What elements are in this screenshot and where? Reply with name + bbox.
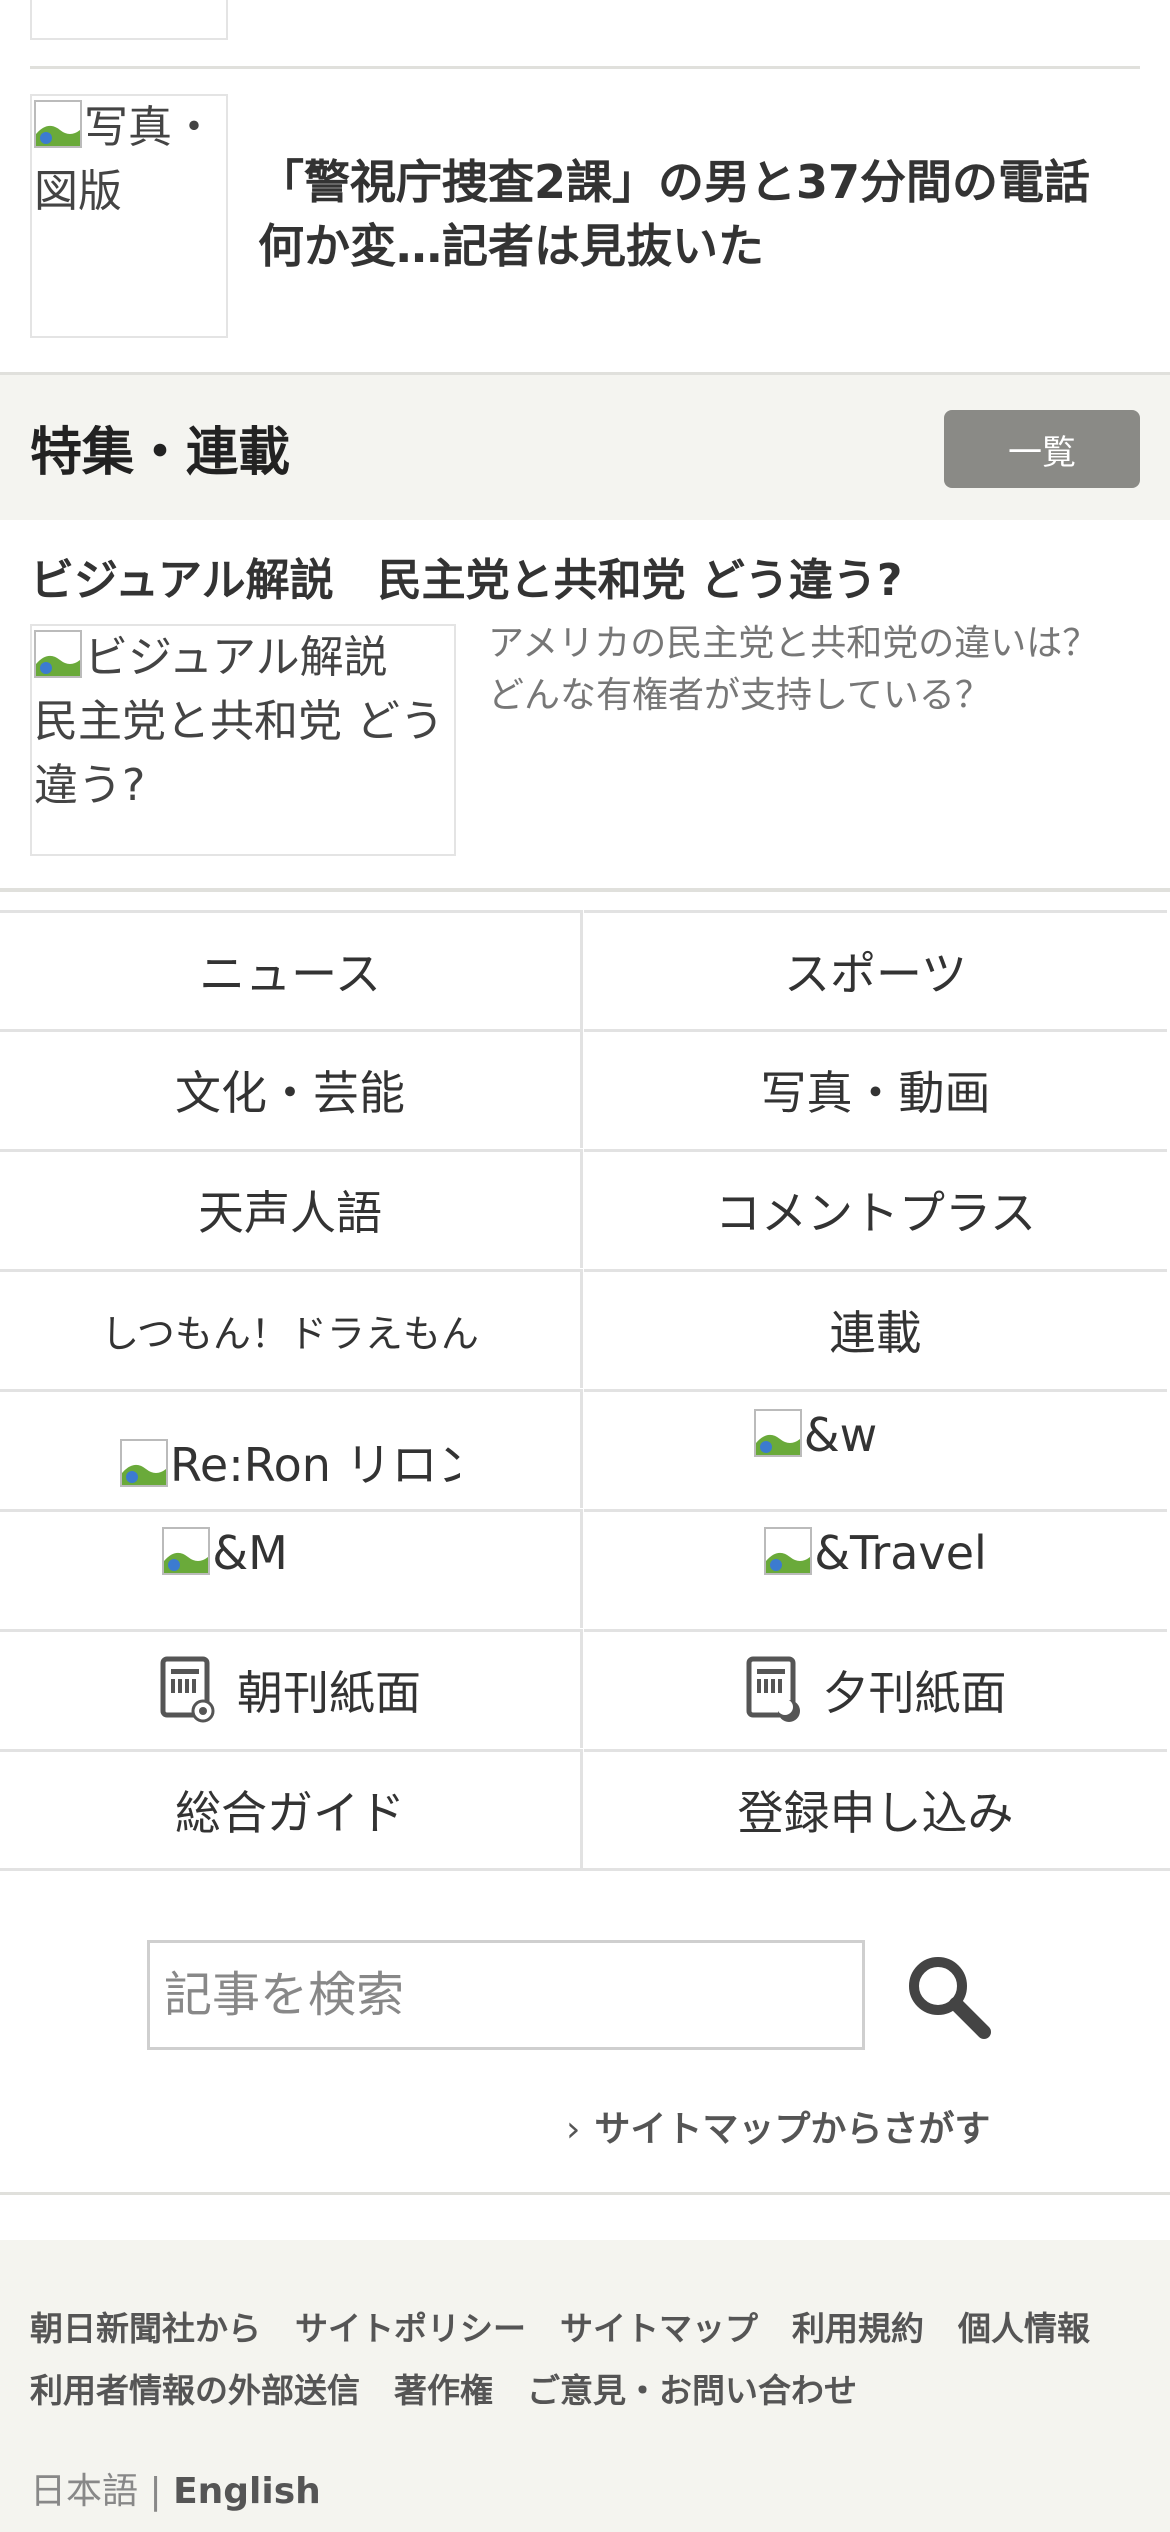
nav-andw[interactable]: &w — [584, 1389, 1167, 1508]
footer-link[interactable]: 個人情報 — [958, 2309, 1090, 2348]
footer-link[interactable]: 利用規約 — [792, 2309, 924, 2348]
nav-label: 総合ガイド — [175, 1786, 405, 1840]
divider — [30, 66, 1140, 69]
nav-reron[interactable]: Re:Ron リロン — [0, 1389, 583, 1508]
footer-link[interactable]: ご意見・お問い合わせ — [527, 2371, 857, 2410]
nav-label: 写真・動画 — [760, 1066, 991, 1120]
lang-separator: | — [149, 2471, 162, 2512]
nav-morning-edition[interactable]: 朝刊紙面 — [0, 1629, 583, 1748]
search-input[interactable] — [147, 1940, 865, 2050]
footer-link[interactable]: 朝日新聞社から — [30, 2309, 261, 2348]
nav-label: Re:Ron リロン — [170, 1438, 460, 1492]
nav-register[interactable]: 登録申し込み — [584, 1749, 1167, 1868]
search-button[interactable] — [900, 1950, 1000, 2042]
lang-english[interactable]: English — [173, 2471, 321, 2512]
divider — [0, 1868, 1170, 1871]
nav-label: スポーツ — [783, 947, 968, 1001]
nav-andtravel[interactable]: &Travel — [584, 1509, 1167, 1628]
visual-explainer-thumbnail-alt: ビジュアル解説 民主党と共和党 どう違う? — [34, 632, 444, 811]
broken-image-icon — [753, 1409, 802, 1457]
nav-label: 連載 — [829, 1306, 922, 1360]
sitemap-link-label: サイトマップからさがす — [594, 2109, 991, 2150]
nav-label: &Travel — [814, 1526, 987, 1580]
prev-article-thumbnail[interactable] — [30, 0, 228, 40]
visual-explainer-title[interactable]: ビジュアル解説 民主党と共和党 どう違う? — [30, 544, 902, 608]
nav-label: 文化・芸能 — [175, 1066, 405, 1120]
broken-image-icon — [120, 1439, 168, 1487]
language-switcher: 日本語 | English — [30, 2462, 321, 2514]
article-title-link[interactable]: 「警視庁捜査2課」の男と37分間の電話 何か変…記者は見抜いた — [258, 150, 1138, 278]
nav-label: しつもん！ドラえもん — [101, 1311, 479, 1356]
broken-image-icon — [34, 630, 82, 678]
nav-series[interactable]: 連載 — [584, 1269, 1167, 1388]
nav-comment-plus[interactable]: コメントプラス — [584, 1149, 1167, 1268]
chevron-right-icon: › — [566, 2109, 581, 2150]
nav-label: &w — [803, 1408, 878, 1462]
nav-doraemon[interactable]: しつもん！ドラえもん — [0, 1269, 583, 1388]
nav-label: 天声人語 — [198, 1186, 382, 1240]
nav-guide[interactable]: 総合ガイド — [0, 1749, 583, 1868]
nav-sports[interactable]: スポーツ — [584, 910, 1167, 1029]
nav-culture[interactable]: 文化・芸能 — [0, 1029, 583, 1148]
feature-section-title: 特集・連載 — [30, 423, 291, 483]
footer-link[interactable]: サイトマップ — [560, 2309, 758, 2348]
lang-japanese[interactable]: 日本語 — [30, 2471, 138, 2512]
broken-image-icon — [764, 1527, 813, 1575]
nav-label: 登録申し込み — [737, 1786, 1014, 1840]
visual-explainer-thumbnail[interactable]: ビジュアル解説 民主党と共和党 どう違う? — [30, 624, 456, 856]
nav-label: 夕刊紙面 — [822, 1666, 1007, 1720]
footer-link[interactable]: サイトポリシー — [295, 2309, 526, 2348]
footer-link[interactable]: 利用者情報の外部送信 — [30, 2371, 360, 2410]
nav-evening-edition[interactable]: 夕刊紙面 — [584, 1629, 1167, 1748]
broken-image-icon — [34, 100, 82, 148]
nav-label: &M — [212, 1526, 288, 1580]
morning-paper-icon — [160, 1656, 215, 1723]
nav-andm[interactable]: &M — [0, 1509, 583, 1628]
evening-paper-icon — [746, 1656, 800, 1722]
divider — [0, 888, 1170, 892]
nav-label: コメントプラス — [714, 1186, 1037, 1240]
feature-list-button[interactable]: 一覧 — [944, 410, 1140, 488]
divider — [0, 372, 1170, 375]
visual-explainer-description: アメリカの民主党と共和党の違いは？どんな有権者が支持している？ — [488, 623, 1099, 716]
footer-links: 朝日新聞社から サイトポリシー サイトマップ 利用規約 個人情報 利用者情報の外部送信著… — [30, 2298, 1150, 2422]
footer-link[interactable]: 著作権 — [394, 2371, 493, 2410]
search-icon — [909, 1957, 991, 2039]
divider — [0, 2192, 1170, 2195]
article-thumbnail[interactable]: 写真・図版 — [30, 94, 228, 338]
broken-image-icon — [162, 1527, 211, 1575]
nav-label: 朝刊紙面 — [237, 1666, 421, 1720]
sitemap-search-link[interactable]: › サイトマップからさがす — [566, 2100, 990, 2152]
nav-news[interactable]: ニュース — [0, 910, 583, 1029]
nav-photo-video[interactable]: 写真・動画 — [584, 1029, 1167, 1148]
nav-tensei-jingo[interactable]: 天声人語 — [0, 1149, 583, 1268]
nav-label: ニュース — [199, 947, 381, 1001]
